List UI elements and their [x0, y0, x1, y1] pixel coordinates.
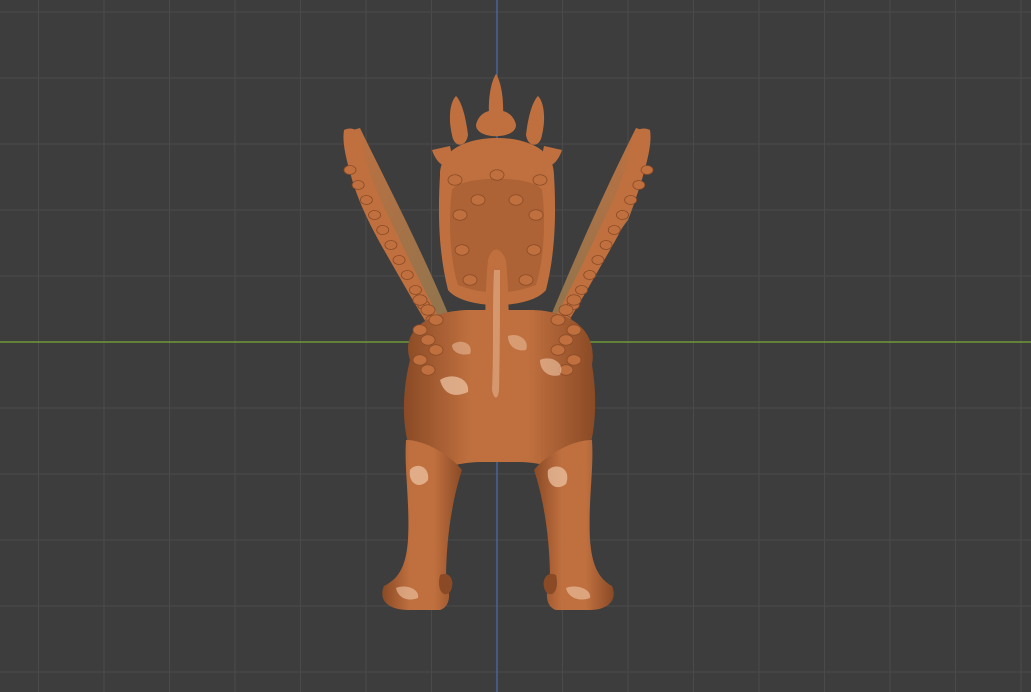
- feather-bump: [550, 314, 566, 326]
- feather-bump: [462, 274, 478, 286]
- feather-bump: [454, 244, 470, 256]
- feather-bump: [518, 274, 534, 286]
- feather-bump: [470, 194, 486, 206]
- feather-bump: [428, 314, 444, 326]
- feather-bump: [558, 334, 574, 346]
- feather-bump: [566, 324, 582, 336]
- left-hind-leg: [382, 440, 462, 610]
- feather-bump: [343, 165, 357, 175]
- feather-bump: [412, 324, 428, 336]
- feather-bump: [591, 255, 605, 265]
- feather-bump: [392, 255, 406, 265]
- feather-bump: [566, 354, 582, 366]
- feather-bump: [368, 210, 381, 220]
- 3d-model-winged-creature[interactable]: [0, 0, 1031, 692]
- feather-bump: [624, 195, 638, 205]
- feather-bump: [599, 240, 613, 250]
- feather-bump: [447, 174, 463, 186]
- 3d-viewport[interactable]: [0, 0, 1031, 692]
- feather-bump: [420, 304, 436, 316]
- feather-bump: [607, 225, 621, 235]
- tail: [483, 249, 511, 422]
- feather-bump: [640, 165, 654, 175]
- feather-bump: [583, 270, 597, 280]
- feather-bump: [420, 364, 436, 376]
- feather-bump: [400, 270, 414, 280]
- right-hind-leg: [534, 440, 614, 610]
- feather-bump: [351, 180, 365, 190]
- feather-bump: [384, 240, 398, 250]
- feather-bump: [550, 344, 566, 356]
- feather-bump: [376, 225, 390, 235]
- feather-bump: [420, 334, 436, 346]
- feather-bump: [532, 174, 548, 186]
- feather-bump: [528, 209, 544, 221]
- feather-bump: [566, 294, 582, 306]
- feather-bump: [508, 194, 524, 206]
- feather-bump: [558, 304, 574, 316]
- feather-bump: [616, 210, 629, 220]
- feather-bump: [412, 294, 428, 306]
- feather-bump: [409, 285, 422, 295]
- feather-bump: [359, 195, 373, 205]
- feather-bump: [575, 285, 588, 295]
- feather-bump: [632, 180, 646, 190]
- feather-bump: [412, 354, 428, 366]
- feather-bump: [452, 209, 468, 221]
- feather-bump: [526, 244, 542, 256]
- feather-bump: [428, 344, 444, 356]
- feather-bump: [489, 169, 505, 181]
